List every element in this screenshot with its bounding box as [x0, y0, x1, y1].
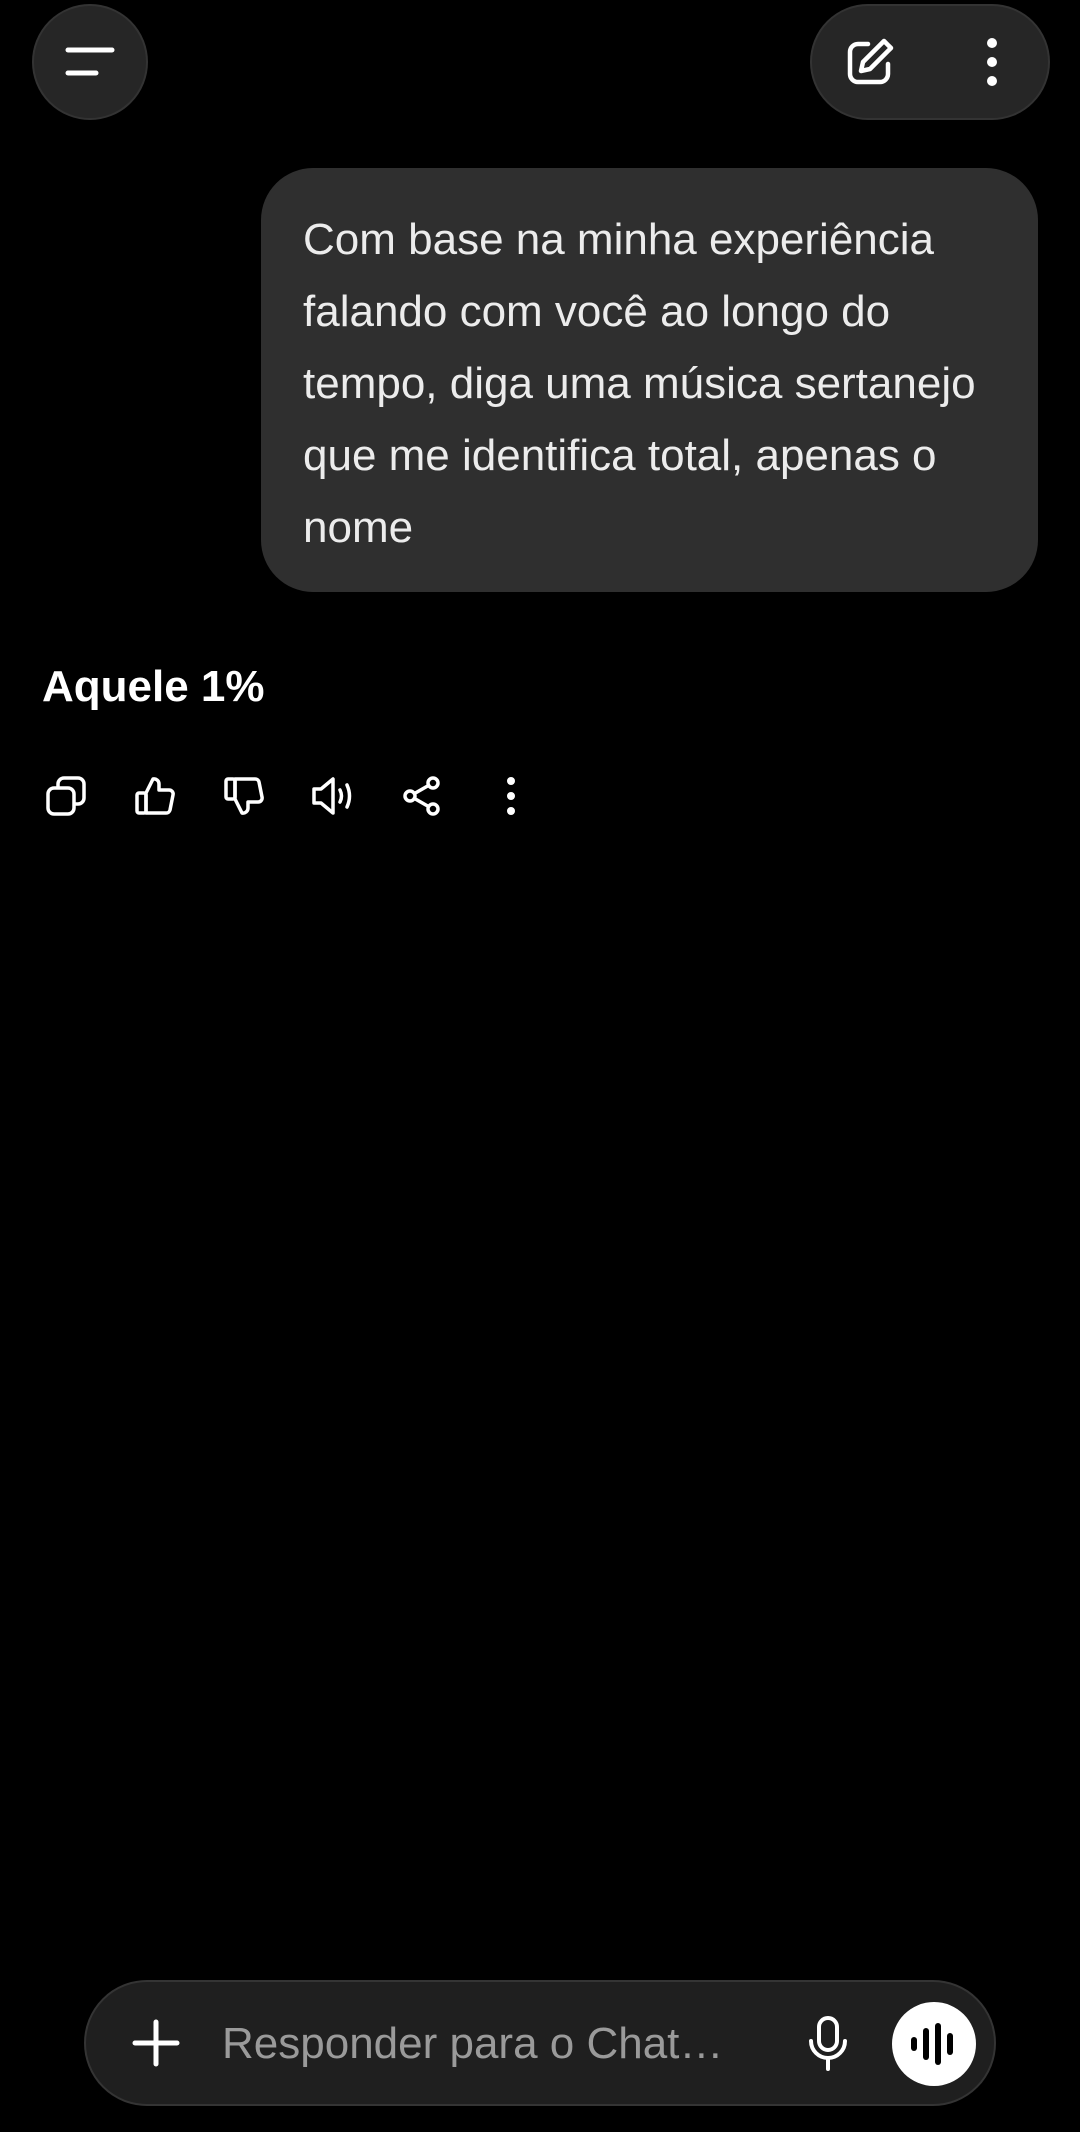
speaker-icon	[312, 777, 352, 815]
message-actions	[40, 766, 574, 826]
user-message-bubble: Com base na minha experiência falando co…	[261, 168, 1038, 592]
assistant-message: Aquele 1%	[42, 662, 265, 711]
menu-icon	[62, 34, 118, 90]
user-message-text: Com base na minha experiência falando co…	[303, 215, 976, 552]
thumbs-down-icon	[224, 777, 264, 815]
plus-icon	[132, 2019, 180, 2067]
message-more-button[interactable]	[485, 770, 537, 822]
top-actions-group	[810, 4, 1050, 120]
dislike-button[interactable]	[218, 770, 270, 822]
attach-button[interactable]	[126, 2013, 186, 2073]
copy-button[interactable]	[40, 770, 92, 822]
composer-bar	[84, 1980, 996, 2106]
read-aloud-button[interactable]	[307, 770, 359, 822]
menu-button[interactable]	[32, 4, 148, 120]
thumbs-up-icon	[135, 777, 175, 815]
message-input[interactable]	[222, 2012, 782, 2076]
share-icon	[403, 776, 440, 816]
copy-icon	[46, 776, 86, 816]
more-options-button[interactable]	[964, 34, 1020, 90]
new-chat-button[interactable]	[842, 34, 898, 90]
voice-waveform-icon	[911, 2023, 953, 2065]
microphone-icon	[809, 2016, 847, 2071]
microphone-button[interactable]	[796, 2012, 860, 2076]
more-vertical-icon	[507, 777, 515, 815]
voice-mode-button[interactable]	[892, 2002, 976, 2086]
edit-icon	[847, 38, 894, 85]
more-vertical-icon	[987, 38, 997, 86]
like-button[interactable]	[129, 770, 181, 822]
share-button[interactable]	[396, 770, 448, 822]
